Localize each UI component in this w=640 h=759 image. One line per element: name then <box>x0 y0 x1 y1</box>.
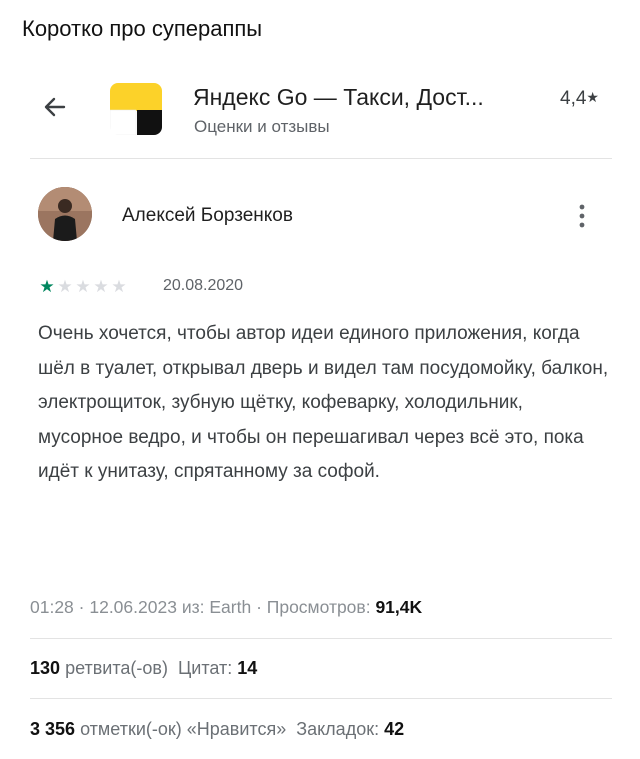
likes-label[interactable]: отметки(-ок) «Нравится» <box>80 719 286 739</box>
retweets-label[interactable]: ретвита(-ов) <box>65 658 168 678</box>
tweet-date: 12.06.2023 <box>89 597 177 617</box>
star-empty-icon: ★ <box>75 277 91 296</box>
reviewer-name: Алексей Борзенков <box>122 205 293 226</box>
star-filled-icon: ★ <box>39 277 55 296</box>
app-rating-value: 4,4 <box>560 88 587 109</box>
stats-divider <box>30 698 612 699</box>
retweet-stats: 130 ретвита(-ов) Цитат: 14 <box>30 658 257 679</box>
header-divider <box>30 158 612 159</box>
star-empty-icon: ★ <box>111 277 127 296</box>
tweet-time: 01:28 <box>30 597 74 617</box>
app-subtitle: Оценки и отзывы <box>194 117 330 136</box>
review-text: Очень хочется, чтобы автор идеи единого … <box>38 323 609 482</box>
quotes-label[interactable]: Цитат: <box>178 658 232 678</box>
review-stars: ★ ★ ★ ★ ★ <box>38 277 128 296</box>
app-rating: 4,4★ <box>560 88 599 110</box>
more-vertical-icon[interactable] <box>572 202 592 230</box>
like-stats: 3 356 отметки(-ок) «Нравится» Закладок: … <box>30 719 404 740</box>
avatar[interactable] <box>38 187 92 241</box>
tweet-meta: 01:28 · 12.06.2023 из: Earth · Просмотро… <box>30 597 423 617</box>
app-header: Яндекс Go — Такси, Дост... Оценки и отзы… <box>34 80 614 140</box>
meta-divider <box>30 638 612 639</box>
star-empty-icon: ★ <box>57 277 73 296</box>
review-date: 20.08.2020 <box>163 277 244 294</box>
quotes-count[interactable]: 14 <box>237 658 257 678</box>
retweets-count[interactable]: 130 <box>30 658 60 678</box>
tweet-source[interactable]: Earth <box>209 597 251 617</box>
star-empty-icon: ★ <box>93 277 109 296</box>
post-caption: Коротко про супераппы <box>22 16 263 41</box>
star-icon: ★ <box>586 89 599 105</box>
bookmarks-label: Закладок: <box>296 719 380 739</box>
app-title: Яндекс Go — Такси, Дост... <box>193 84 484 110</box>
yandex-go-app-icon <box>110 83 162 135</box>
bookmarks-count: 42 <box>384 719 405 739</box>
views-count: 91,4K <box>375 597 423 617</box>
likes-count[interactable]: 3 356 <box>30 719 75 739</box>
views-label: Просмотров: <box>266 597 371 617</box>
arrow-back-icon[interactable] <box>40 92 70 122</box>
tweet-from-label: из: <box>181 597 205 617</box>
